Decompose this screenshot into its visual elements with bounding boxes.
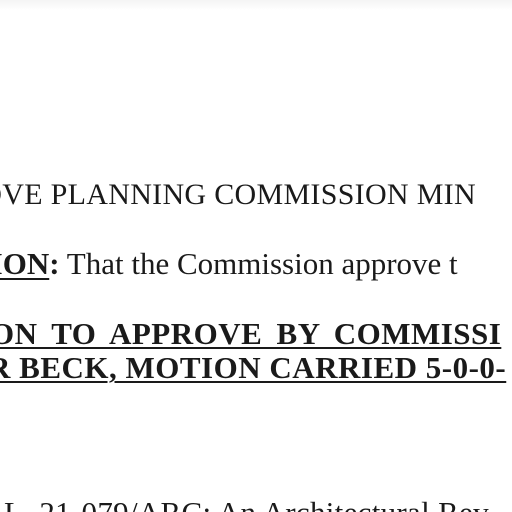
motion-result-line-2: R BECK, MOTION CARRIED 5-0-0- <box>0 350 507 385</box>
motion-result-line-1: ON TO APPROVE BY COMMISSI <box>0 316 502 351</box>
next-agenda-item: L. 21-079/ARC: An Architectural Rev <box>4 497 489 512</box>
motion-colon: : <box>49 246 60 281</box>
motion-text: That the Commission approve t <box>59 246 458 281</box>
page-top-edge <box>0 0 512 10</box>
motion-line: TION: That the Commission approve t <box>0 248 458 279</box>
document-page: ROVE PLANNING COMMISSION MIN TION: That … <box>0 0 512 512</box>
agenda-item-heading: ROVE PLANNING COMMISSION MIN <box>0 178 476 211</box>
motion-label: TION <box>0 246 50 281</box>
